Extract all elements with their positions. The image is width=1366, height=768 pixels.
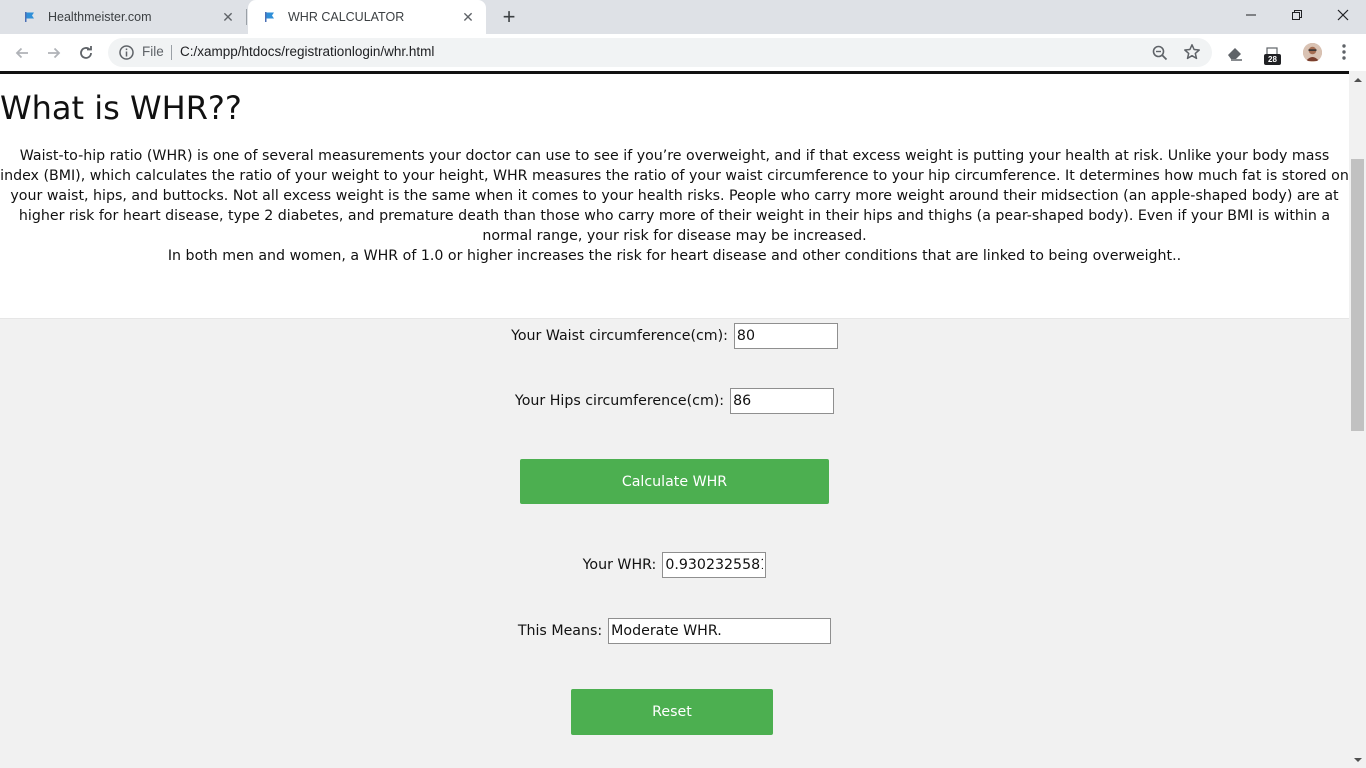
star-icon[interactable] (1183, 43, 1201, 61)
scroll-up-arrow-icon (1353, 77, 1362, 82)
scrollbar-thumb[interactable] (1351, 159, 1364, 431)
scroll-up-button[interactable] (1349, 71, 1366, 88)
intro-risk-note: In both men and women, a WHR of 1.0 or h… (167, 248, 1182, 264)
reload-button[interactable] (72, 39, 100, 67)
new-tab-button[interactable]: + (497, 4, 521, 29)
whr-calculator-form: Your Waist circumference(cm): Your Hips … (0, 318, 1349, 768)
restore-icon (1292, 10, 1302, 20)
restore-button[interactable] (1274, 0, 1320, 30)
calculate-whr-button[interactable]: Calculate WHR (520, 459, 829, 504)
whr-result-row: Your WHR: (0, 550, 1349, 580)
close-window-button[interactable] (1320, 0, 1366, 30)
profile-avatar-icon (1303, 43, 1322, 62)
extension-badge: 28 (1264, 54, 1281, 65)
flag-favicon-icon (262, 9, 278, 25)
menu-icon[interactable] (1336, 42, 1352, 62)
eraser-extension-button[interactable] (1222, 40, 1248, 66)
avatar[interactable] (1303, 43, 1322, 62)
close-tab-icon[interactable]: ✕ (218, 7, 238, 27)
tab-title: WHR CALCULATOR (288, 10, 405, 24)
url-text[interactable]: C:/xampp/htdocs/registrationlogin/whr.ht… (180, 44, 434, 59)
scroll-down-arrow-icon (1353, 757, 1362, 762)
reset-button[interactable]: Reset (571, 689, 773, 735)
zoom-icon[interactable] (1151, 44, 1169, 62)
whr-label: Your WHR: (582, 557, 657, 573)
page-title: What is WHR?? (0, 89, 242, 127)
hips-input[interactable] (730, 388, 835, 414)
page-viewport: What is WHR?? Waist-to-hip ratio (WHR) i… (0, 71, 1349, 768)
tab-title: Healthmeister.com (48, 10, 152, 24)
vertical-scrollbar[interactable] (1349, 71, 1366, 768)
info-icon[interactable] (118, 44, 135, 61)
means-label: This Means: (517, 623, 603, 639)
top-border (0, 71, 1349, 74)
tab-strip: Healthmeister.com ✕ WHR CALCULATOR ✕ + (0, 0, 1366, 34)
scroll-down-button[interactable] (1349, 751, 1366, 768)
forward-icon (48, 47, 61, 59)
tab-healthmeister[interactable]: Healthmeister.com ✕ (8, 0, 246, 34)
minimize-button[interactable] (1228, 0, 1274, 30)
tab-separator (246, 9, 247, 25)
waist-label: Your Waist circumference(cm): (511, 328, 728, 344)
hips-row: Your Hips circumference(cm): (0, 386, 1349, 416)
means-output[interactable] (608, 618, 832, 644)
close-tab-icon[interactable]: ✕ (458, 7, 478, 27)
whr-output[interactable] (662, 552, 767, 578)
intro-text: Waist-to-hip ratio (WHR) is one of sever… (0, 146, 1349, 266)
back-button[interactable] (8, 39, 36, 67)
close-icon (1337, 9, 1349, 21)
flag-favicon-icon (22, 9, 38, 25)
eraser-icon (1228, 48, 1242, 61)
waist-input[interactable] (733, 323, 838, 349)
address-bar[interactable]: File C:/xampp/htdocs/registrationlogin/w… (108, 38, 1212, 67)
reload-icon (80, 46, 92, 59)
scheme-label: File (142, 44, 164, 59)
intro-paragraph: Waist-to-hip ratio (WHR) is one of sever… (0, 148, 1349, 244)
hips-label: Your Hips circumference(cm): (514, 393, 725, 409)
back-icon (15, 47, 28, 59)
waist-row: Your Waist circumference(cm): (0, 321, 1349, 351)
minimize-icon (1246, 14, 1256, 16)
forward-button[interactable] (40, 39, 68, 67)
address-separator (171, 45, 172, 60)
tab-whr-calculator[interactable]: WHR CALCULATOR ✕ (248, 0, 486, 34)
browser-toolbar: File C:/xampp/htdocs/registrationlogin/w… (0, 34, 1366, 71)
meaning-row: This Means: (0, 616, 1349, 646)
